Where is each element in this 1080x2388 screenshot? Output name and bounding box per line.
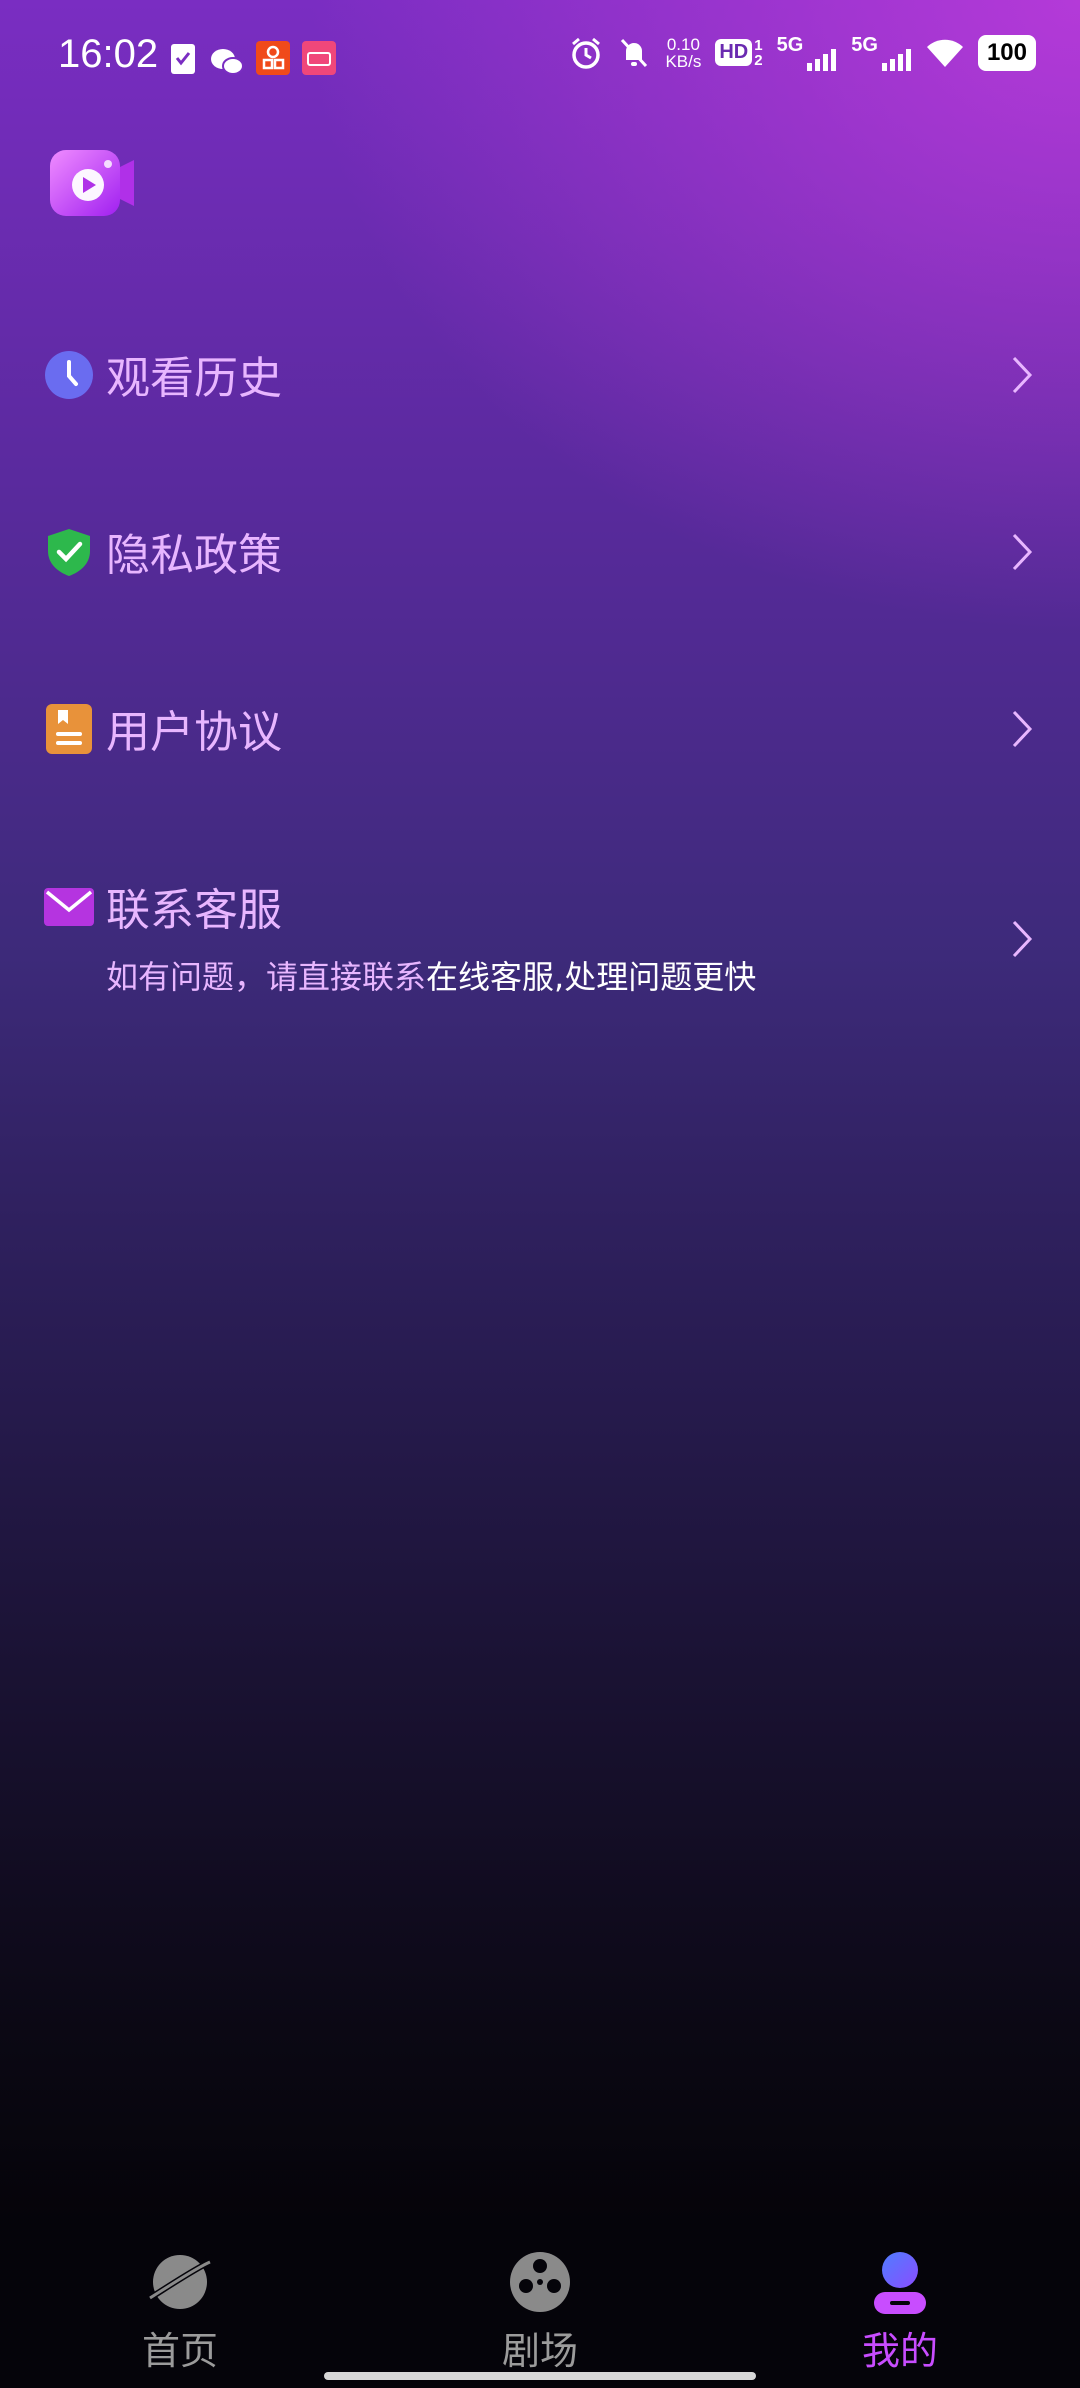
app-logo-icon — [50, 150, 134, 216]
mail-icon — [44, 888, 94, 926]
tab-home[interactable]: 首页 — [80, 2220, 280, 2388]
net-speed: 0.10 KB/s — [665, 36, 701, 70]
tab-label-theater: 剧场 — [501, 2329, 578, 2373]
app-orange-icon — [256, 41, 290, 75]
signal-2-label: 5G — [851, 34, 878, 56]
film-reel-icon — [510, 2252, 570, 2312]
tab-label-mine: 我的 — [861, 2329, 938, 2373]
wechat-icon — [211, 49, 244, 75]
chevron-right-icon — [1012, 356, 1033, 394]
clock-icon — [45, 351, 93, 399]
status-time: 16:02 — [58, 32, 159, 76]
alarm-icon — [572, 37, 601, 69]
support-description-pink: 如有问题，请直接联系 — [106, 958, 427, 996]
chevron-right-icon — [1012, 710, 1033, 748]
menu-label-history: 观看历史 — [106, 353, 282, 404]
hd-label: HD — [715, 39, 753, 66]
tab-theater[interactable]: 剧场 — [440, 2220, 640, 2388]
document-icon — [46, 704, 92, 754]
net-speed-value: 0.10 — [666, 34, 700, 54]
bottom-nav: 首页 剧场 我的 — [0, 2220, 1080, 2388]
menu-label-agreement: 用户协议 — [106, 707, 282, 758]
signal-bars-icon — [807, 49, 837, 71]
menu-item-privacy[interactable]: 隐私政策 — [0, 507, 1080, 597]
menu-item-agreement[interactable]: 用户协议 — [0, 684, 1080, 774]
tab-mine[interactable]: 我的 — [800, 2220, 1000, 2388]
menu-label-support: 联系客服 — [106, 885, 282, 936]
signal-1-label: 5G — [776, 34, 804, 56]
tab-label-home: 首页 — [141, 2329, 218, 2373]
user-icon — [874, 2252, 926, 2314]
menu-label-privacy: 隐私政策 — [106, 530, 282, 581]
battery-level: 100 — [977, 34, 1036, 71]
app-pink-icon — [302, 41, 336, 75]
menu-item-support[interactable]: 联系客服 如有问题，请直接联系在线客服,处理问题更快 — [0, 860, 1080, 1010]
menu-item-history[interactable]: 观看历史 — [0, 330, 1080, 420]
chevron-right-icon — [1012, 533, 1033, 571]
clipboard-check-icon — [171, 44, 195, 74]
support-description-white: 在线客服,处理问题更快 — [426, 958, 757, 996]
signal-bars-icon — [881, 49, 911, 71]
home-indicator[interactable] — [324, 2372, 756, 2380]
sim1-label: 1 — [754, 36, 763, 54]
hd-indicator: HD 1 2 — [715, 36, 763, 69]
mute-bell-icon — [621, 38, 648, 67]
status-right: 0.10 KB/s HD 1 2 5G 5G 100 — [569, 34, 1036, 71]
status-bar: 16:02 0.10 KB/s HD 1 2 5G 5G 100 — [0, 0, 1080, 118]
planet-icon — [148, 2254, 214, 2309]
wifi-icon — [926, 39, 963, 67]
signal-2: 5G — [851, 34, 912, 71]
sim2-label: 2 — [754, 51, 763, 69]
net-speed-unit: KB/s — [665, 51, 702, 71]
chevron-right-icon — [1012, 920, 1033, 958]
shield-check-icon — [48, 529, 90, 576]
signal-1: 5G — [777, 34, 838, 71]
support-description: 如有问题，请直接联系在线客服,处理问题更快 — [106, 952, 756, 998]
